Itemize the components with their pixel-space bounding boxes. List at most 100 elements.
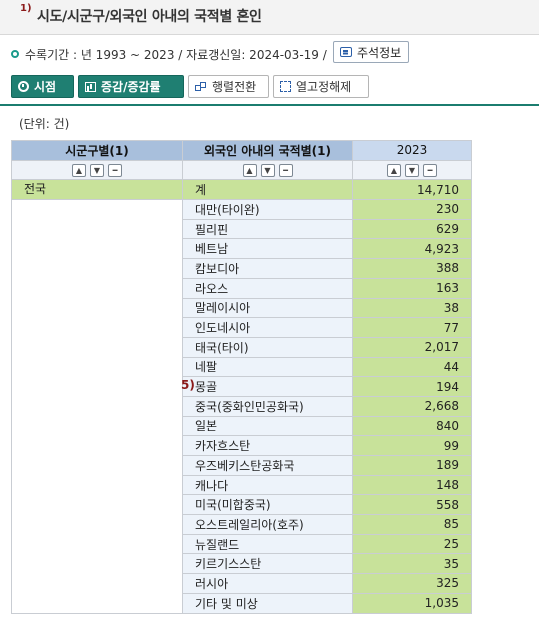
nationality-cell: 캐나다 <box>182 474 353 496</box>
value-cell: 35 <box>352 553 472 575</box>
value-cell: 1,035 <box>352 592 472 614</box>
nationality-label: 계 <box>195 183 207 198</box>
period-info-text: 수록기간 : 년 1993 ~ 2023 / 자료갱신일: 2024-03-19… <box>25 47 327 62</box>
nationality-cell: 미국(미합중국) <box>182 494 353 516</box>
minus-icon[interactable]: ━ <box>423 164 437 178</box>
period-info: 수록기간 : 년 1993 ~ 2023 / 자료갱신일: 2024-03-19… <box>11 44 327 64</box>
header-nationality[interactable]: 외국인 아내의 국적별(1) <box>182 140 353 161</box>
nationality-label: 베트남 <box>195 242 229 257</box>
nationality-cell: 필리핀 <box>182 218 353 240</box>
nationality-cell: 키르기스스탄 <box>182 553 353 575</box>
region-cell: 전국 <box>11 179 183 201</box>
nationality-cell: 러시아 <box>182 573 353 594</box>
pivot-button[interactable]: 행렬전환 <box>188 75 269 98</box>
header-year[interactable]: 2023 <box>352 140 472 161</box>
pivot-icon <box>195 81 207 92</box>
value-cell: 388 <box>352 258 472 279</box>
nationality-cell: 일본 <box>182 415 353 437</box>
nationality-cell: 대만(타이완) <box>182 199 353 220</box>
chevron-up-icon[interactable]: ▲ <box>72 164 86 178</box>
clock-icon <box>18 81 29 92</box>
unfreeze-columns-label: 열고정해제 <box>296 80 352 94</box>
value-cell: 2,017 <box>352 336 472 358</box>
nationality-label: 네팔 <box>195 360 218 375</box>
change-rate-label: 증감/증감률 <box>101 80 161 94</box>
chevron-down-icon[interactable]: ▼ <box>90 164 104 178</box>
nationality-label: 오스트레일리아(호주) <box>195 517 304 532</box>
nationality-cell: 라오스 <box>182 277 353 299</box>
time-point-label: 시점 <box>34 80 57 94</box>
title-bar: 1) 시도/시군구/외국인 아내의 국적별 혼인 <box>0 0 539 35</box>
chevron-down-icon[interactable]: ▼ <box>405 164 419 178</box>
value-cell: 230 <box>352 199 472 220</box>
nationality-cell: 캄보디아 <box>182 258 353 279</box>
minus-icon[interactable]: ━ <box>108 164 122 178</box>
row-footnote-mark[interactable]: 5) <box>181 378 195 392</box>
value-cell: 558 <box>352 494 472 516</box>
footnote-info-label: 주석정보 <box>357 45 402 60</box>
nationality-label: 러시아 <box>195 576 229 591</box>
pivot-label: 행렬전환 <box>212 80 257 94</box>
value-cell: 2,668 <box>352 395 472 417</box>
nationality-cell: 베트남 <box>182 238 353 260</box>
value-cell: 325 <box>352 573 472 594</box>
nationality-label: 태국(타이) <box>195 340 249 355</box>
nationality-cell: 계 <box>182 179 353 201</box>
minus-icon[interactable]: ━ <box>278 164 293 178</box>
nationality-cell: 말레이시아 <box>182 297 353 319</box>
nationality-cell: 네팔 <box>182 356 353 378</box>
nationality-cell: 우즈베키스탄공화국 <box>182 455 353 476</box>
title-footnote-mark[interactable]: 1) <box>20 3 32 14</box>
nationality-cell: 중국(중화인민공화국) <box>182 395 353 417</box>
value-cell: 189 <box>352 455 472 476</box>
unit-label: (단위: 건) <box>19 117 70 131</box>
nationality-label: 캐나다 <box>195 478 229 493</box>
nationality-label: 뉴질랜드 <box>195 537 240 552</box>
nationality-label: 필리핀 <box>195 222 229 237</box>
value-cell: 163 <box>352 277 472 299</box>
value-cell: 629 <box>352 218 472 240</box>
chart-icon <box>85 81 96 92</box>
region-sort-controls: ▲ ▼ ━ <box>11 159 183 181</box>
table-header-row: 시군구별(1) 외국인 아내의 국적별(1) 2023 <box>11 140 472 161</box>
nationality-label: 대만(타이완) <box>195 202 260 217</box>
region-cell-span <box>11 199 183 614</box>
unfreeze-columns-button[interactable]: 열고정해제 <box>273 75 369 98</box>
nationality-cell: 오스트레일리아(호주) <box>182 514 353 535</box>
value-cell: 38 <box>352 297 472 319</box>
sort-controls-row: ▲ ▼ ━ ▲ ▼ ━ ▲ ▼ ━ <box>11 159 472 181</box>
footnote-info-button[interactable]: 주석정보 <box>333 41 410 63</box>
value-cell: 148 <box>352 474 472 496</box>
value-cell: 14,710 <box>352 179 472 201</box>
comment-icon <box>340 47 352 57</box>
value-cell: 99 <box>352 435 472 456</box>
chevron-up-icon[interactable]: ▲ <box>387 164 401 178</box>
chevron-down-icon[interactable]: ▼ <box>260 164 275 178</box>
toolbar: 시점 증감/증감률 행렬전환 열고정해제 <box>0 74 539 106</box>
value-cell: 4,923 <box>352 238 472 260</box>
data-table: 시군구별(1) 외국인 아내의 국적별(1) 2023 ▲ ▼ ━ ▲ ▼ ━ … <box>11 140 472 614</box>
nationality-label: 일본 <box>195 419 218 434</box>
table-row: 전국 계 14,710 <box>11 179 472 201</box>
expand-icon <box>280 81 291 92</box>
nationality-label: 라오스 <box>195 281 229 296</box>
nationality-label: 기타 및 미상 <box>195 596 258 611</box>
nationality-cell: 인도네시아 <box>182 317 353 338</box>
nationality-label: 인도네시아 <box>195 321 251 336</box>
nationality-cell: 5) 몽골 <box>181 376 353 397</box>
time-point-button[interactable]: 시점 <box>11 75 74 98</box>
value-cell: 85 <box>352 514 472 535</box>
header-region[interactable]: 시군구별(1) <box>11 140 183 161</box>
nationality-sort-controls: ▲ ▼ ━ <box>182 159 353 181</box>
value-cell: 840 <box>352 415 472 437</box>
nationality-label: 캄보디아 <box>195 261 240 276</box>
value-cell: 194 <box>352 376 472 397</box>
value-cell: 25 <box>352 533 472 555</box>
year-sort-controls: ▲ ▼ ━ <box>352 159 472 181</box>
nationality-cell: 카자흐스탄 <box>182 435 353 456</box>
nationality-label: 중국(중화인민공화국) <box>195 399 304 414</box>
nationality-cell: 뉴질랜드 <box>182 533 353 555</box>
value-cell: 44 <box>352 356 472 378</box>
change-rate-button[interactable]: 증감/증감률 <box>78 75 184 98</box>
chevron-up-icon[interactable]: ▲ <box>242 164 257 178</box>
